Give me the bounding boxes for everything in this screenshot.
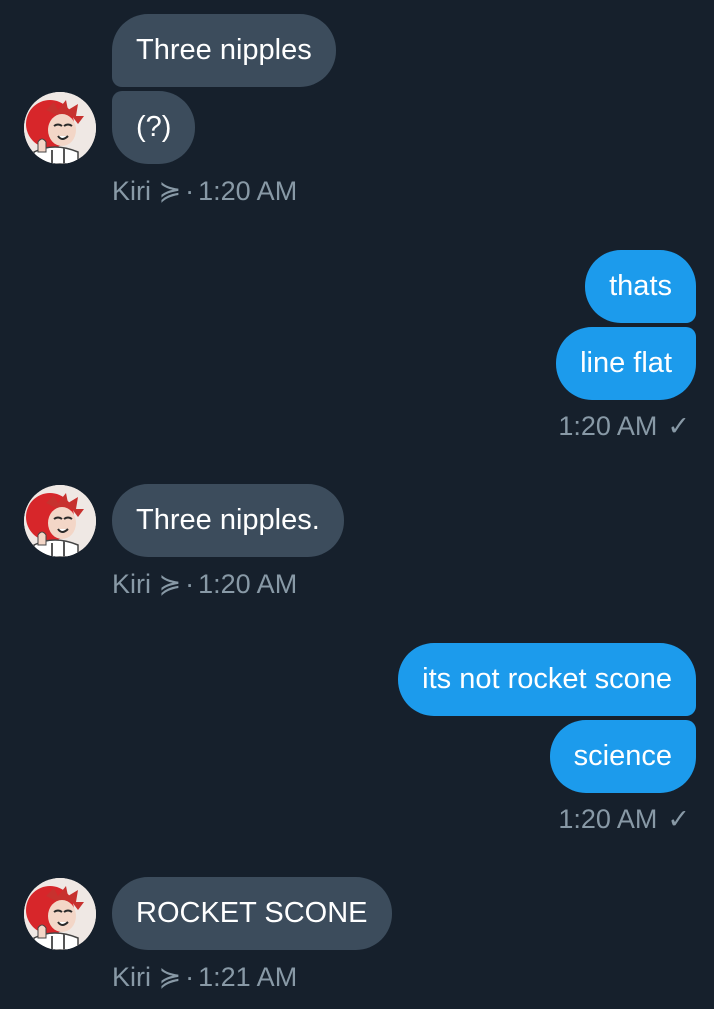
timestamp: 1:20 AM bbox=[558, 411, 658, 441]
message-bubble-outgoing[interactable]: thats bbox=[585, 250, 696, 323]
separator-dot: · bbox=[185, 962, 195, 992]
avatar-icon bbox=[24, 485, 96, 557]
message-meta: 1:20 AM ✓ bbox=[558, 411, 690, 442]
sender-name: Kiri ≽ bbox=[112, 176, 182, 206]
message-text: thats bbox=[609, 270, 672, 302]
avatar[interactable] bbox=[24, 485, 96, 557]
check-icon: ✓ bbox=[667, 804, 690, 834]
message-bubble-outgoing[interactable]: science bbox=[549, 720, 696, 793]
timestamp: 1:21 AM bbox=[198, 962, 298, 992]
avatar-icon bbox=[24, 878, 96, 950]
message-text: its not rocket scone bbox=[422, 663, 672, 695]
message-text: Three nipples. bbox=[136, 504, 320, 536]
message-meta: 1:20 AM ✓ bbox=[558, 804, 690, 835]
avatar[interactable] bbox=[24, 878, 96, 950]
message-meta: Kiri ≽ · 1:21 AM bbox=[112, 962, 297, 993]
message-bubble-incoming[interactable]: ROCKET SCONE bbox=[112, 877, 392, 950]
message-meta: Kiri ≽ · 1:20 AM bbox=[112, 176, 297, 207]
timestamp: 1:20 AM bbox=[198, 569, 298, 599]
message-text: ROCKET SCONE bbox=[136, 897, 368, 929]
sender-name: Kiri ≽ bbox=[112, 962, 182, 992]
message-text: science bbox=[573, 740, 672, 772]
timestamp: 1:20 AM bbox=[198, 176, 298, 206]
message-text: line flat bbox=[580, 347, 672, 379]
message-text: (?) bbox=[136, 111, 172, 143]
message-bubble-outgoing[interactable]: line flat bbox=[556, 327, 696, 400]
separator-dot: · bbox=[185, 176, 195, 206]
message-bubble-incoming[interactable]: Three nipples. bbox=[112, 484, 344, 557]
avatar-icon bbox=[24, 92, 96, 164]
check-icon: ✓ bbox=[667, 411, 690, 441]
message-text: Three nipples bbox=[136, 34, 312, 66]
avatar[interactable] bbox=[24, 92, 96, 164]
message-bubble-outgoing[interactable]: its not rocket scone bbox=[398, 643, 696, 716]
timestamp: 1:20 AM bbox=[558, 804, 658, 834]
message-bubble-incoming[interactable]: Three nipples bbox=[112, 14, 336, 87]
message-meta: Kiri ≽ · 1:20 AM bbox=[112, 569, 297, 600]
sender-name: Kiri ≽ bbox=[112, 569, 182, 599]
separator-dot: · bbox=[185, 569, 195, 599]
message-bubble-incoming[interactable]: (?) bbox=[112, 91, 196, 164]
